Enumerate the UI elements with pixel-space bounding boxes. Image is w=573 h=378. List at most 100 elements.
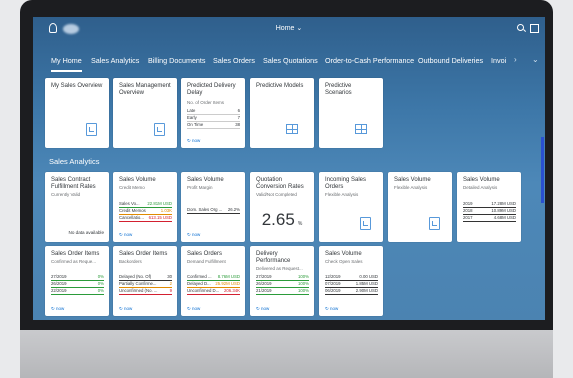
tile-title: Quotation Conversion Rates — [256, 177, 304, 190]
tile-title: Predicted Delivery Delay — [187, 83, 236, 96]
tile-title: Sales Volume — [119, 177, 156, 183]
section-title: Sales Analytics — [49, 157, 100, 166]
list-item: Unconfirmed D... 206.34K — [187, 288, 240, 295]
list-item: Dom. Sales Org ... 26.2% — [187, 207, 240, 214]
refresh-icon: ↻ — [187, 138, 191, 143]
tile-title: Sales Orders — [187, 251, 223, 257]
tile-subtitle: Valid/Not Completed — [256, 192, 297, 197]
tile-sales-volume-profit-margin[interactable]: Sales Volume Profit Margin Dom. Sales Or… — [181, 172, 245, 242]
list-item: Unconfirmed (No. ... 9 — [119, 288, 172, 295]
tile-subtitle: Flexible Analysis — [325, 192, 359, 197]
no-data-text: No data available — [68, 230, 105, 235]
tile-title: Sales Volume — [463, 177, 500, 183]
tile-title: Sales Volume — [325, 251, 362, 257]
tab-sales-orders[interactable]: Sales Orders — [213, 56, 255, 65]
tile-sales-volume-detailed[interactable]: Sales Volume Detailed Analysis 2019 17.28… — [457, 172, 521, 242]
tab-billing-documents[interactable]: Billing Documents — [148, 56, 206, 65]
tile-title: Sales Contract Fulfillment Rates — [51, 177, 96, 190]
list-item: 2018 10.89M USD — [463, 208, 516, 215]
list-item: 26/2019 0% — [51, 281, 104, 288]
refresh-status: ↻ now — [187, 138, 201, 143]
tile-title: Incoming Sales Orders — [325, 177, 367, 190]
tile-subtitle: Credit Memo — [119, 185, 145, 190]
tab-invoices[interactable]: Invoi — [491, 56, 506, 65]
shell-title[interactable]: Home ⌄ — [33, 24, 545, 32]
tile-subtitle: No. of Order Items — [187, 100, 225, 105]
tile-delivery-performance[interactable]: Delivery Performance Delivered as Reques… — [250, 246, 314, 316]
tile-subtitle: Detailed Analysis — [463, 185, 498, 190]
list-item: 26/2019 100% — [256, 281, 309, 288]
tab-sales-analytics[interactable]: Sales Analytics — [91, 56, 139, 65]
refresh-icon: ↻ — [325, 306, 329, 311]
list-item: 21/2019 100% — [256, 288, 309, 295]
list-item: 2019 17.28M USD — [463, 201, 516, 208]
tile-title: Predictive Scenarios — [325, 83, 352, 96]
chevron-right-icon[interactable]: › — [514, 55, 517, 64]
tile-subtitle: Confirmed as Reque... — [51, 259, 97, 264]
refresh-status: ↻ now — [119, 232, 133, 237]
list-item: 27/2019 0% — [51, 274, 104, 281]
list-item: Partially Confirme... 2 — [119, 281, 172, 288]
tile-title: Sales Management Overview — [119, 83, 171, 96]
tab-bar: My Home Sales Analytics Billing Document… — [33, 49, 545, 72]
tile-predicted-delivery-delay[interactable]: Predicted Delivery Delay No. of Order It… — [181, 78, 245, 148]
tile-predictive-scenarios[interactable]: Predictive Scenarios — [319, 78, 383, 148]
refresh-status: ↻ now — [256, 306, 270, 311]
search-icon[interactable] — [517, 24, 524, 31]
tab-sales-quotations[interactable]: Sales Quotations — [263, 56, 318, 65]
list-item: 22/2019 0% — [51, 288, 104, 295]
tile-title: Sales Volume — [394, 177, 431, 183]
tile-subtitle: Delivered as Request... — [256, 266, 303, 271]
grid-icon — [355, 124, 367, 134]
refresh-status: ↻ now — [187, 306, 201, 311]
tab-order-to-cash[interactable]: Order-to-Cash Performance — [325, 56, 414, 65]
refresh-status: ↻ now — [51, 306, 65, 311]
tab-outbound-deliveries[interactable]: Outbound Deliveries — [418, 56, 483, 65]
list-item: 2017 4.68M USD — [463, 215, 516, 222]
list-item: Confirmed ... 8.76M USD — [187, 274, 240, 281]
list-item: On Time 38 — [187, 122, 240, 129]
refresh-status: ↻ now — [325, 306, 339, 311]
tile-subtitle: Currently Valid — [51, 192, 81, 197]
list-item: Early 7 — [187, 115, 240, 122]
grid-icon — [286, 124, 298, 134]
tile-sales-contract-fulfillment[interactable]: Sales Contract Fulfillment Rates Current… — [45, 172, 109, 242]
dashboard-icon — [154, 123, 165, 136]
tile-incoming-sales-orders[interactable]: Incoming Sales Orders Flexible Analysis — [319, 172, 383, 242]
tile-my-sales-overview[interactable]: My Sales Overview — [45, 78, 109, 148]
tile-sales-order-items-confirmed[interactable]: Sales Order Items Confirmed as Reque... … — [45, 246, 109, 316]
tile-sales-volume-credit-memo[interactable]: Sales Volume Credit Memo Sales Vo... 22.8… — [113, 172, 177, 242]
refresh-status: ↻ now — [119, 306, 133, 311]
tile-subtitle: Flexible Analysis — [394, 185, 428, 190]
tile-quotation-conversion-rates[interactable]: Quotation Conversion Rates Valid/Not Com… — [250, 172, 314, 242]
tile-subtitle: Check Open Sales — [325, 259, 363, 264]
tile-title: Delivery Performance — [256, 251, 291, 264]
document-icon — [360, 217, 371, 230]
refresh-icon: ↻ — [187, 232, 191, 237]
notifications-icon[interactable] — [530, 24, 539, 33]
list-item: Late 6 — [187, 108, 240, 115]
tile-title: Sales Order Items — [51, 251, 100, 257]
tile-sales-orders-demand[interactable]: Sales Orders Demand Fulfillment Confirme… — [181, 246, 245, 316]
tile-sales-volume-open[interactable]: Sales Volume Check Open Sales 12/2019 0.0… — [319, 246, 383, 316]
tile-title: Sales Volume — [187, 177, 224, 183]
list-item: 06/2019 2.90M USD — [325, 288, 378, 295]
tab-my-home[interactable]: My Home — [51, 56, 82, 72]
tile-sales-management-overview[interactable]: Sales Management Overview — [113, 78, 177, 148]
tile-predictive-models[interactable]: Predictive Models — [250, 78, 314, 148]
tile-title: Sales Order Items — [119, 251, 168, 257]
tile-subtitle: Profit Margin — [187, 185, 213, 190]
scrollbar[interactable] — [541, 137, 544, 203]
tile-sales-order-items-backorders[interactable]: Sales Order Items Backorders Delayed (No… — [113, 246, 177, 316]
list-item: Cancellatio... 613.15 USD — [119, 215, 172, 222]
launchpad-screen: Home ⌄ My Home Sales Analytics Billing D… — [33, 17, 545, 320]
document-icon — [86, 123, 97, 136]
list-item: Sales Vo... 22.81M USD — [119, 201, 172, 208]
chevron-down-icon[interactable]: ⌄ — [532, 55, 539, 64]
list-item: Delayed (No. Of) 30 — [119, 274, 172, 281]
list-item: 27/2019 100% — [256, 274, 309, 281]
refresh-icon: ↻ — [256, 306, 260, 311]
tile-sales-volume-flexible[interactable]: Sales Volume Flexible Analysis — [388, 172, 452, 242]
refresh-icon: ↻ — [119, 232, 123, 237]
list-item: 07/2019 1.85M USD — [325, 281, 378, 288]
